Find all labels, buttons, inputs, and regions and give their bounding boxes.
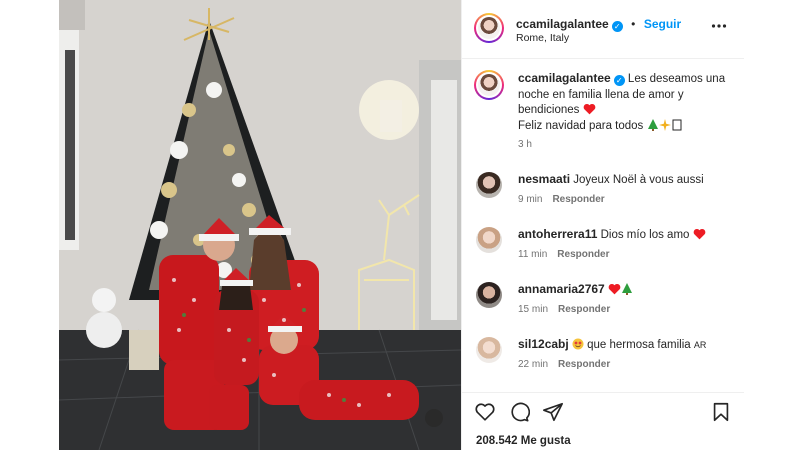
author-username[interactable]: ccamilagalantee	[516, 17, 609, 31]
caption-time: 3 h	[518, 139, 532, 150]
caption-line-2: Feliz navidad para todos	[518, 119, 644, 132]
comment-text: antoherrera11 Dios mío los amo	[518, 227, 728, 243]
reply-button[interactable]: Responder	[552, 194, 604, 205]
comment-body: que hermosa familia	[587, 339, 691, 351]
comment-text: sil12cabj que hermosa familia AR	[518, 337, 728, 353]
post-photo[interactable]	[59, 0, 461, 450]
comment-username[interactable]: antoherrera11	[518, 227, 597, 241]
comment-text: nesmaati Joyeux Noël à vous aussi	[518, 172, 728, 188]
family-christmas-photo	[59, 0, 461, 450]
comment-item: antoherrera11 Dios mío los amo 11 min Res…	[476, 227, 732, 267]
post-location[interactable]: Rome, Italy	[516, 32, 569, 44]
reply-button[interactable]: Responder	[558, 304, 610, 315]
commenter-avatar[interactable]	[476, 172, 502, 198]
flag-text: AR	[693, 340, 707, 350]
missing-glyph-icon	[672, 119, 682, 130]
bookmark-icon[interactable]	[710, 401, 732, 423]
comment-username[interactable]: sil12cabj	[518, 337, 569, 351]
comment-icon[interactable]	[508, 401, 531, 423]
heart-emoji-icon	[608, 283, 621, 295]
comment-text: annamaria2767	[518, 282, 728, 298]
follow-button[interactable]: Seguir	[644, 17, 681, 31]
tree-emoji-icon	[647, 118, 658, 131]
comment-body: Dios mío los amo	[600, 229, 690, 241]
comment-item: nesmaati Joyeux Noël à vous aussi 9 min R…	[476, 172, 732, 212]
comment-time: 11 min	[518, 249, 548, 260]
share-icon[interactable]	[542, 401, 564, 423]
heart-emoji-icon	[693, 228, 705, 240]
caption-username[interactable]: ccamilagalantee	[518, 71, 611, 85]
author-avatar[interactable]	[474, 13, 504, 43]
comment-username[interactable]: nesmaati	[518, 172, 570, 186]
commenter-avatar[interactable]	[476, 337, 502, 363]
comment-username[interactable]: annamaria2767	[518, 282, 605, 296]
comment-item: sil12cabj que hermosa familia AR 22 min R…	[476, 337, 732, 377]
commenter-avatar[interactable]	[476, 282, 502, 308]
more-options-icon[interactable]	[711, 18, 727, 34]
comment-meta: 15 min Responder	[518, 304, 610, 315]
comment-meta: 9 min Responder	[518, 194, 605, 205]
caption-text: ccamilagalantee ✓ Les deseamos una noche …	[518, 71, 730, 134]
heart-emoji-icon	[583, 103, 595, 115]
comment-time: 9 min	[518, 194, 543, 205]
comment-meta: 22 min Responder	[518, 359, 610, 370]
reply-button[interactable]: Responder	[557, 249, 609, 260]
commenter-avatar[interactable]	[476, 227, 502, 253]
comment-item: annamaria2767 15 min Responder	[476, 282, 732, 322]
comment-body: Joyeux Noël à vous aussi	[573, 174, 704, 186]
comment-time: 15 min	[518, 304, 549, 315]
verified-badge-icon: ✓	[613, 75, 625, 86]
dot-separator: •	[631, 17, 636, 31]
reply-button[interactable]: Responder	[558, 359, 610, 370]
sparkle-emoji-icon	[658, 118, 671, 131]
comment-meta: 11 min Responder	[518, 249, 610, 260]
star-struck-emoji-icon	[572, 338, 584, 350]
post-sidebar: ccamilagalantee ✓ • Seguir Rome, Italy cc…	[461, 0, 744, 450]
comment-time: 22 min	[518, 359, 549, 370]
likes-count[interactable]: 208.542 Me gusta	[476, 435, 571, 447]
author-line: ccamilagalantee ✓ • Seguir	[516, 15, 681, 33]
action-bar: 208.542 Me gusta	[462, 392, 744, 451]
post-header: ccamilagalantee ✓ • Seguir Rome, Italy	[462, 0, 744, 59]
tree-emoji-icon	[621, 283, 632, 295]
verified-badge-icon: ✓	[611, 21, 623, 32]
heart-icon[interactable]	[474, 401, 496, 423]
caption-avatar[interactable]	[474, 70, 504, 100]
